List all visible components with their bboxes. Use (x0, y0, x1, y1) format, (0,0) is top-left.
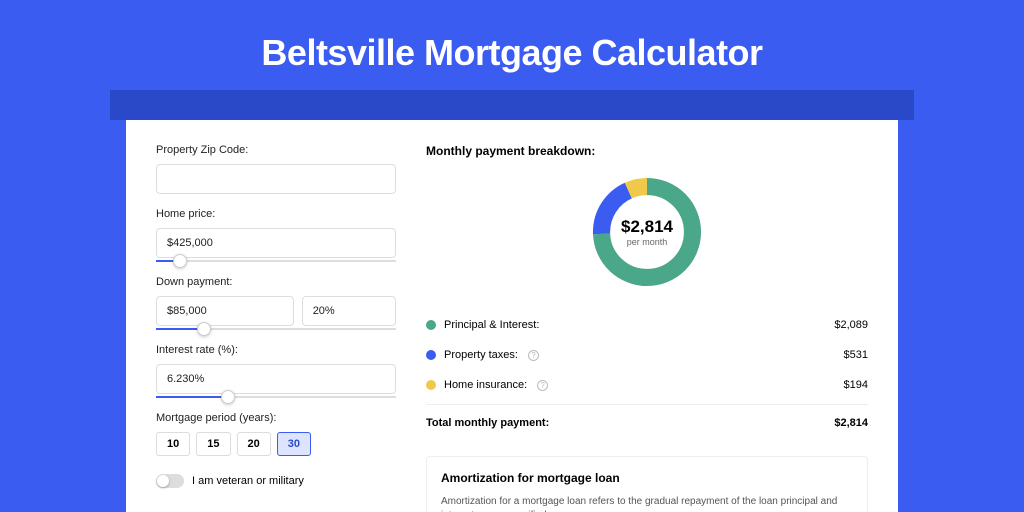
label-taxes: Property taxes: (444, 349, 518, 361)
donut-chart: $2,814 per month (587, 172, 707, 292)
amortization-title: Amortization for mortgage loan (441, 471, 853, 485)
dot-taxes-icon (426, 350, 436, 360)
down-amount-input[interactable] (156, 296, 294, 326)
calculator-card: Property Zip Code: Home price: Down paym… (126, 120, 898, 512)
price-group: Home price: (156, 208, 396, 262)
amortization-text: Amortization for a mortgage loan refers … (441, 495, 853, 512)
dot-insurance-icon (426, 380, 436, 390)
donut-amount: $2,814 (621, 217, 673, 237)
price-label: Home price: (156, 208, 396, 220)
dot-principal-icon (426, 320, 436, 330)
period-option-30[interactable]: 30 (277, 432, 311, 456)
veteran-row: I am veteran or military (156, 474, 396, 488)
label-principal: Principal & Interest: (444, 319, 539, 331)
rate-group: Interest rate (%): (156, 344, 396, 398)
price-slider-thumb[interactable] (173, 254, 187, 268)
period-group: Mortgage period (years): 10 15 20 30 (156, 412, 396, 456)
period-option-15[interactable]: 15 (196, 432, 230, 456)
period-label: Mortgage period (years): (156, 412, 396, 424)
down-slider-thumb[interactable] (197, 322, 211, 336)
zip-label: Property Zip Code: (156, 144, 396, 156)
breakdown-title: Monthly payment breakdown: (426, 144, 868, 158)
label-insurance: Home insurance: (444, 379, 527, 391)
info-taxes-icon[interactable]: ? (528, 350, 539, 361)
label-total: Total monthly payment: (426, 417, 549, 429)
period-option-20[interactable]: 20 (237, 432, 271, 456)
value-insurance: $194 (844, 379, 868, 391)
amortization-card: Amortization for mortgage loan Amortizat… (426, 456, 868, 512)
price-slider[interactable] (156, 260, 396, 262)
value-total: $2,814 (834, 417, 868, 429)
donut-sub: per month (627, 237, 668, 247)
rate-slider-thumb[interactable] (221, 390, 235, 404)
veteran-toggle[interactable] (156, 474, 184, 488)
rate-input[interactable] (156, 364, 396, 394)
donut-wrap: $2,814 per month (426, 172, 868, 292)
down-slider[interactable] (156, 328, 396, 330)
down-label: Down payment: (156, 276, 396, 288)
breakdown-column: Monthly payment breakdown: $2,814 per mo… (426, 144, 868, 512)
row-principal: Principal & Interest: $2,089 (426, 310, 868, 340)
value-taxes: $531 (844, 349, 868, 361)
page-title: Beltsville Mortgage Calculator (0, 0, 1024, 90)
period-pills: 10 15 20 30 (156, 432, 396, 456)
row-total: Total monthly payment: $2,814 (426, 404, 868, 438)
header-band (110, 90, 914, 120)
veteran-label: I am veteran or military (192, 475, 304, 487)
zip-input[interactable] (156, 164, 396, 194)
down-pct-input[interactable] (302, 296, 396, 326)
value-principal: $2,089 (834, 319, 868, 331)
down-group: Down payment: (156, 276, 396, 330)
period-option-10[interactable]: 10 (156, 432, 190, 456)
rate-slider[interactable] (156, 396, 396, 398)
price-input[interactable] (156, 228, 396, 258)
info-insurance-icon[interactable]: ? (537, 380, 548, 391)
zip-group: Property Zip Code: (156, 144, 396, 194)
rate-label: Interest rate (%): (156, 344, 396, 356)
row-insurance: Home insurance: ? $194 (426, 370, 868, 400)
row-taxes: Property taxes: ? $531 (426, 340, 868, 370)
form-column: Property Zip Code: Home price: Down paym… (156, 144, 396, 512)
